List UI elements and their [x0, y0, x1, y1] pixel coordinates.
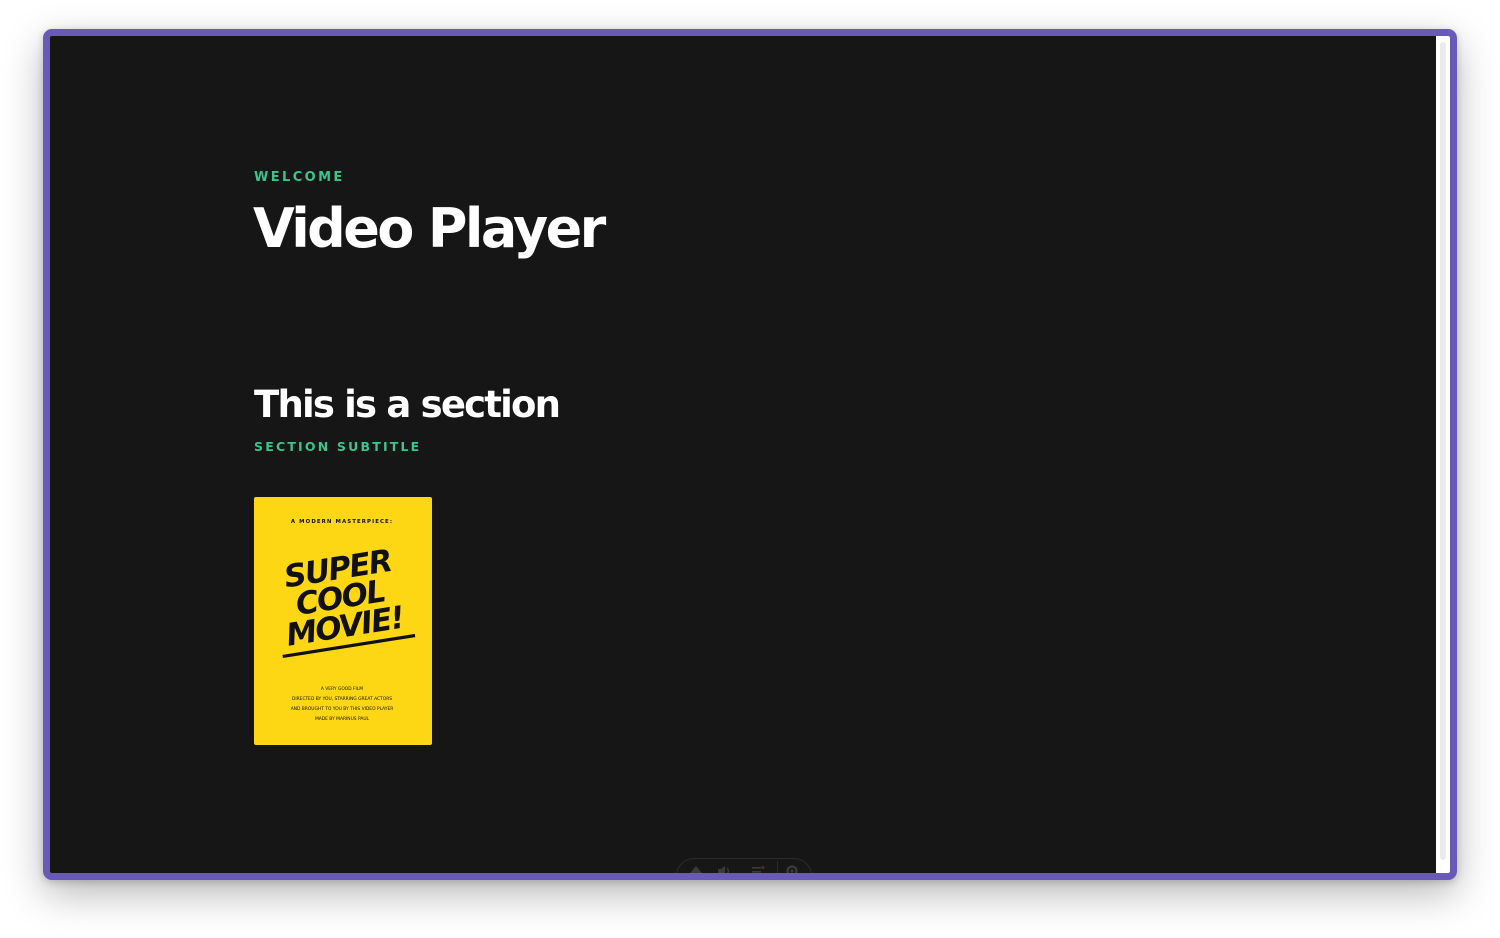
poster-credit-line: DIRECTED BY YOU, STARRING GREAT ACTORS: [292, 696, 392, 702]
poster-credit-line: MADE BY MARINUS PAUL: [315, 716, 370, 722]
playlist-icon[interactable]: [751, 865, 765, 873]
welcome-label: WELCOME: [254, 170, 345, 185]
eject-icon[interactable]: [689, 865, 703, 873]
scrollbar-thumb[interactable]: [1440, 42, 1446, 860]
volume-icon[interactable]: [717, 865, 731, 873]
vertical-scrollbar[interactable]: [1436, 36, 1450, 873]
poster-credit-line: A VERY GOOD FILM: [321, 686, 363, 692]
poster-credit-line: AND BROUGHT TO YOU BY THIS VIDEO PLAYER: [291, 706, 394, 712]
section-subtitle: SECTION SUBTITLE: [254, 439, 422, 454]
movie-poster[interactable]: A MODERN MASTERPIECE: SUPER COOL MOVIE! …: [254, 497, 432, 745]
settings-icon[interactable]: [785, 865, 799, 873]
section-title: This is a section: [254, 383, 561, 426]
page-title: Video Player: [253, 197, 606, 260]
poster-tagline: A MODERN MASTERPIECE:: [291, 519, 393, 525]
player-controls: [676, 858, 812, 873]
app-window: WELCOME Video Player This is a section S…: [43, 29, 1457, 880]
controls-divider: [777, 861, 778, 873]
movie-poster-art: A MODERN MASTERPIECE: SUPER COOL MOVIE! …: [282, 519, 416, 722]
